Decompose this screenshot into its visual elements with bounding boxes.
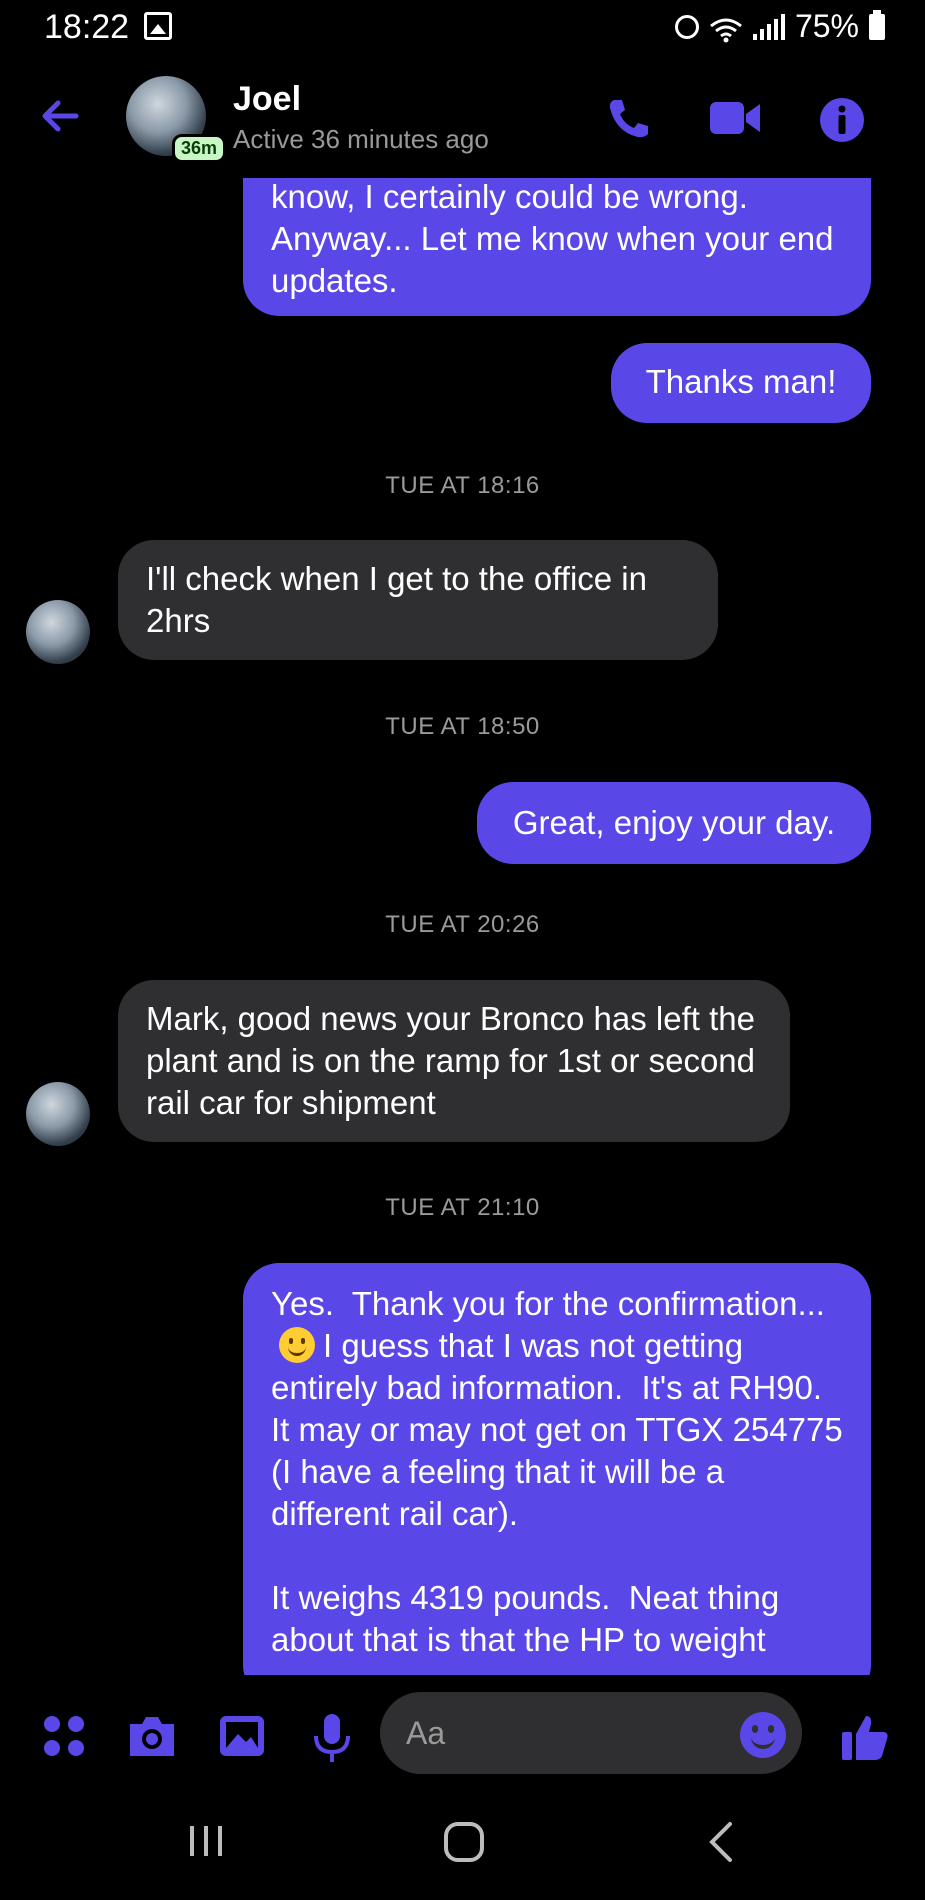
wifi-icon <box>709 14 743 42</box>
message-input[interactable] <box>380 1692 802 1774</box>
battery-percent: 75% <box>794 8 859 44</box>
image-notification-icon <box>144 12 172 40</box>
camera-icon[interactable] <box>126 1712 174 1760</box>
info-icon[interactable] <box>818 96 866 142</box>
timestamp: TUE AT 21:10 <box>385 1194 540 1221</box>
emoji-icon[interactable] <box>740 1712 786 1758</box>
status-time: 18:22 <box>44 8 130 46</box>
back-arrow-icon[interactable] <box>38 94 82 138</box>
message-text: I guess that I was not getting entirely … <box>271 1327 843 1658</box>
battery-icon <box>869 9 885 40</box>
contact-presence: Active 36 minutes ago <box>233 124 489 154</box>
recent-apps-icon[interactable] <box>188 1820 224 1870</box>
message-sent[interactable]: Great, enjoy your day. <box>477 782 871 864</box>
contact-avatar-small[interactable] <box>26 600 90 664</box>
message-received[interactable]: I'll check when I get to the office in 2… <box>118 540 718 660</box>
contact-name[interactable]: Joel <box>233 80 301 119</box>
signal-icon <box>752 13 785 40</box>
message-sent[interactable]: Thanks man! <box>611 343 871 423</box>
alarm-icon <box>674 14 699 39</box>
timestamp: TUE AT 20:26 <box>385 911 540 938</box>
active-time-badge: 36m <box>172 134 227 163</box>
timestamp: TUE AT 18:16 <box>385 472 540 499</box>
message-text: Yes. Thank you for the confirmation... <box>271 1285 825 1322</box>
message-thread[interactable]: Corpus Christi... Then again, what do I … <box>0 178 925 1675</box>
microphone-icon[interactable] <box>308 1712 356 1762</box>
contact-avatar-small[interactable] <box>26 1082 90 1146</box>
message-sent[interactable]: Yes. Thank you for the confirmation... I … <box>243 1263 871 1675</box>
message-sent[interactable]: Corpus Christi... Then again, what do I … <box>243 178 871 316</box>
message-received[interactable]: Mark, good news your Bronco has left the… <box>118 980 790 1142</box>
status-indicators: 75% <box>674 8 885 45</box>
video-call-icon[interactable] <box>708 96 760 140</box>
slightly-smiling-face-icon <box>279 1327 315 1363</box>
apps-icon[interactable] <box>40 1712 88 1760</box>
home-icon[interactable] <box>442 1820 486 1870</box>
phone-call-icon[interactable] <box>604 96 652 140</box>
timestamp: TUE AT 18:50 <box>385 713 540 740</box>
thumbs-up-icon[interactable] <box>840 1712 888 1760</box>
gallery-icon[interactable] <box>218 1712 266 1760</box>
nav-back-icon[interactable] <box>706 1820 736 1870</box>
